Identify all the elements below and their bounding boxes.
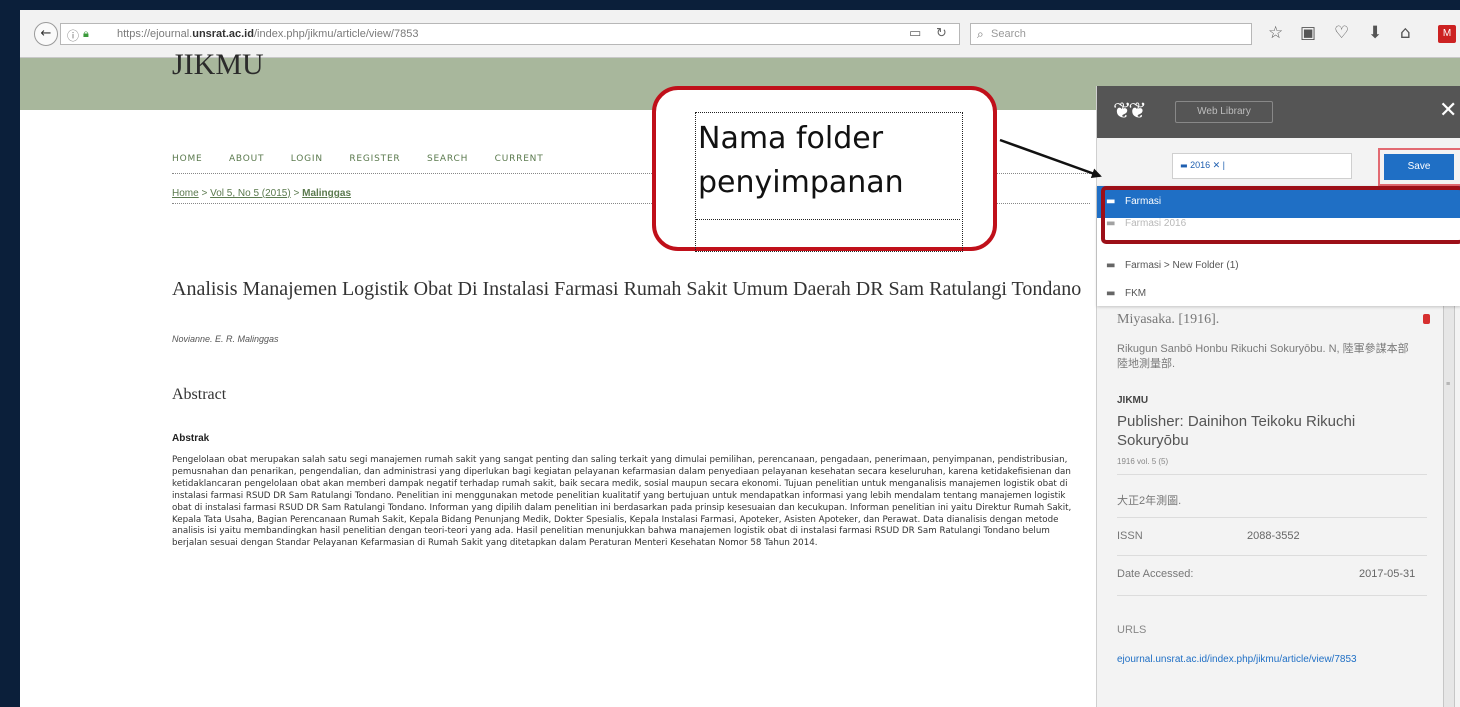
close-icon[interactable]: ✕ — [1439, 98, 1457, 123]
publication-name: JIKMU — [1117, 395, 1149, 406]
info-icon[interactable]: ⓘ — [67, 27, 79, 44]
nav-search[interactable]: SEARCH — [427, 154, 468, 164]
breadcrumb-separator: > — [201, 188, 208, 199]
document-title-partial: Miyasaka. [1916]. — [1117, 312, 1220, 327]
nav-register[interactable]: REGISTER — [349, 154, 400, 164]
document-authors: Rikugun Sanbō Honbu Rikuchi Sokuryōbu. N… — [1117, 343, 1409, 370]
nav-about[interactable]: ABOUT — [229, 154, 264, 164]
url-path: /index.php/jikmu/article/view/7853 — [253, 28, 419, 40]
metadata-divider — [1117, 474, 1427, 475]
abstrak-label: Abstrak — [172, 433, 210, 444]
back-arrow-icon[interactable]: ← — [34, 22, 58, 46]
callout-line-2: penyimpanan — [698, 165, 904, 200]
callout-text: Nama folder penyimpanan — [698, 117, 962, 205]
search-icon: ⌕ — [977, 27, 984, 41]
notes-text: 大正2年測圖. — [1117, 495, 1182, 507]
mendeley-logo-icon: ❦❦ — [1113, 99, 1147, 124]
search-placeholder: Search — [991, 28, 1026, 40]
folder-icon: ▬ — [1180, 161, 1188, 170]
breadcrumb-current[interactable]: Malinggas — [302, 188, 351, 199]
issn-label: ISSN — [1117, 530, 1143, 542]
folder-icon: ▬ — [1106, 260, 1116, 271]
breadcrumb: Home > Vol 5, No 5 (2015) > Malinggas — [172, 188, 351, 199]
reload-icon[interactable]: ↻ — [936, 26, 947, 41]
volume-text: 1916 vol. 5 (5) — [1117, 457, 1169, 466]
folder-icon: ▬ — [1106, 288, 1116, 299]
bookmark-star-icon[interactable]: ☆ — [1268, 23, 1283, 43]
article-title: Analisis Manajemen Logistik Obat Di Inst… — [172, 278, 1082, 300]
metadata-divider — [1117, 517, 1427, 518]
folder-option-label: FKM — [1125, 288, 1147, 299]
callout-line-1: Nama folder — [698, 121, 884, 156]
abstract-text: Pengelolaan obat merupakan salah satu se… — [172, 455, 1072, 549]
site-nav: HOME ABOUT LOGIN REGISTER SEARCH CURRENT — [172, 148, 566, 166]
url-text[interactable]: https://ejournal.unsrat.ac.id/index.php/… — [117, 28, 418, 40]
folder-highlight — [1101, 186, 1460, 244]
scroll-grip-icon: ≡ — [1446, 381, 1451, 388]
url-bar[interactable]: ⓘ 🔒︎ https://ejournal.unsrat.ac.id/index… — [60, 23, 960, 45]
nav-current[interactable]: CURRENT — [495, 154, 544, 164]
url-prefix: https://ejournal. — [117, 28, 193, 40]
metadata-divider — [1117, 595, 1427, 596]
web-library-button[interactable]: Web Library — [1175, 101, 1273, 123]
clipboard-icon[interactable]: ▣ — [1300, 23, 1316, 43]
callout-box: Nama folder penyimpanan — [652, 86, 997, 252]
breadcrumb-home[interactable]: Home — [172, 188, 199, 199]
folder-option-new-folder[interactable]: ▬ Farmasi > New Folder (1) — [1097, 250, 1460, 282]
date-accessed-value[interactable]: 2017-05-31 — [1359, 568, 1415, 580]
callout-divider — [696, 219, 960, 220]
download-icon[interactable]: ⬇ — [1368, 23, 1382, 43]
urls-label: URLS — [1117, 624, 1147, 636]
folder-input[interactable]: ▬ 2016 ✕ | — [1172, 153, 1352, 179]
nav-home[interactable]: HOME — [172, 154, 203, 164]
metadata-divider — [1117, 555, 1427, 556]
breadcrumb-issue[interactable]: Vol 5, No 5 (2015) — [210, 188, 291, 199]
date-accessed-label: Date Accessed: — [1117, 568, 1194, 580]
lock-icon[interactable]: 🔒︎ — [83, 27, 89, 41]
site-title[interactable]: JIKMU — [172, 48, 264, 82]
publisher-text: Publisher: Dainihon Teikoku Rikuchi Soku… — [1117, 413, 1356, 449]
mendeley-header: ❦❦ Web Library ✕ — [1097, 86, 1460, 138]
article-authors: Novianne. E. R. Malinggas — [172, 334, 279, 344]
save-button[interactable]: Save — [1384, 154, 1454, 180]
browser-window: ← ⓘ 🔒︎ https://ejournal.unsrat.ac.id/ind… — [20, 10, 1460, 707]
folder-option-label: Farmasi > New Folder (1) — [1125, 260, 1239, 271]
folder-tag[interactable]: ▬ 2016 ✕ | — [1180, 160, 1225, 171]
remove-tag-icon[interactable]: ✕ — [1213, 160, 1221, 170]
home-icon[interactable]: ⌂ — [1400, 23, 1411, 43]
unread-indicator — [1423, 314, 1430, 324]
nav-login[interactable]: LOGIN — [291, 154, 323, 164]
document-url-link[interactable]: ejournal.unsrat.ac.id/index.php/jikmu/ar… — [1117, 652, 1417, 668]
mendeley-extension-icon[interactable]: M — [1438, 25, 1456, 43]
pocket-icon[interactable]: ♡ — [1334, 23, 1349, 43]
breadcrumb-separator: > — [293, 188, 300, 199]
folder-option-fkm[interactable]: ▬ FKM — [1097, 282, 1460, 306]
url-domain: unsrat.ac.id — [192, 28, 254, 40]
callout-textbox: Nama folder penyimpanan — [695, 112, 963, 252]
reader-view-icon[interactable]: ▭ — [909, 26, 921, 41]
folder-tag-label: 2016 — [1190, 160, 1211, 170]
abstract-heading: Abstract — [172, 386, 227, 403]
search-input[interactable]: ⌕ Search — [970, 23, 1252, 45]
mendeley-panel: ❦❦ Web Library ✕ ▬ 2016 ✕ | Save Miyasak… — [1096, 86, 1460, 707]
issn-value[interactable]: 2088-3552 — [1247, 530, 1300, 542]
